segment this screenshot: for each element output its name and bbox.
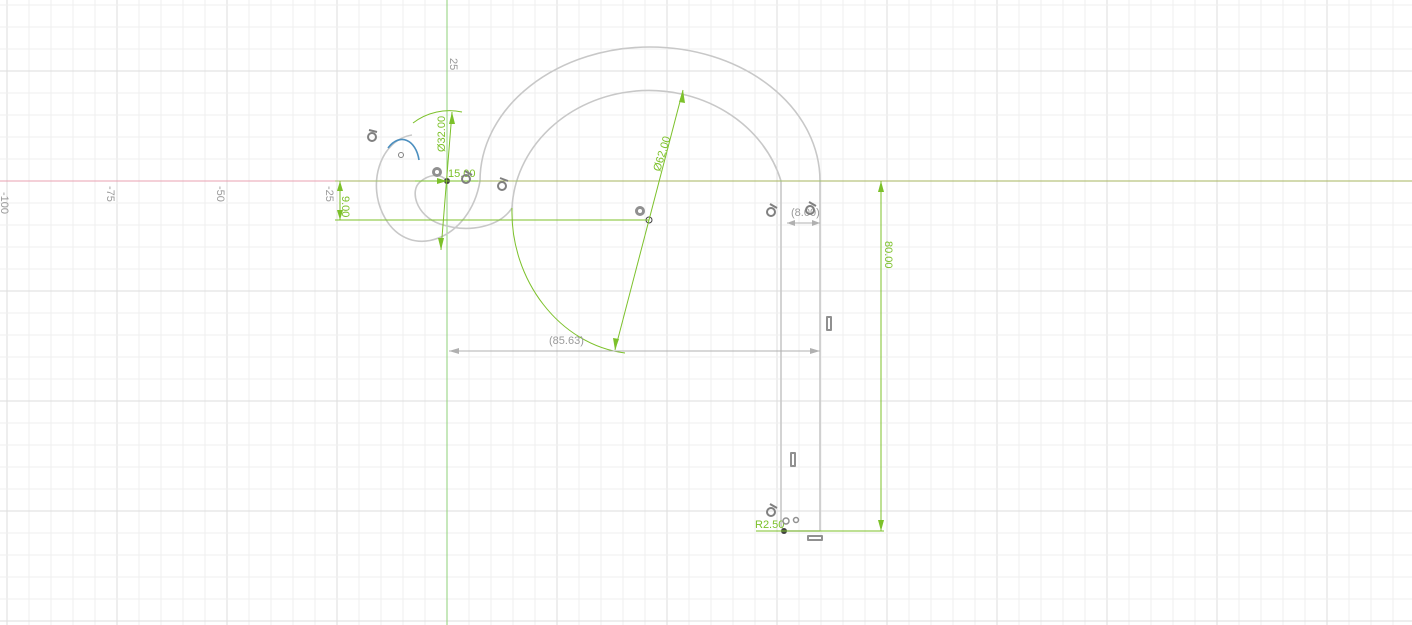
x-axis-label-neg75: -75 (104, 186, 116, 202)
x-axis-label-neg25: -25 (323, 186, 335, 202)
tangent-icon[interactable] (766, 203, 778, 217)
sketch-grid (0, 0, 1412, 625)
x-axis-label-neg100: -100 (0, 192, 10, 214)
dim-9-label[interactable]: 9.00 (339, 196, 351, 217)
tangent-icon[interactable] (497, 177, 509, 191)
dim-arrow (810, 348, 820, 354)
tangent-icon[interactable] (766, 503, 778, 517)
dim-arrow (438, 238, 444, 250)
dim-arrow (878, 181, 884, 192)
dim-arrow (878, 520, 884, 531)
tangent-icon[interactable] (367, 129, 378, 142)
inner-large-arc[interactable] (511, 89, 782, 209)
ref-85-63-label[interactable]: (85.63) (549, 335, 584, 347)
vertical-icon-inner (828, 318, 830, 329)
dim-r2-5-label[interactable]: R2.50 (755, 519, 784, 531)
dim-dia-62-arc-ext (511, 207, 626, 354)
y-axis-label-25: 25 (447, 58, 459, 70)
x-axis-label-neg50: -50 (214, 186, 226, 202)
dim-dia-32-label[interactable]: Ø32.00 (436, 116, 448, 152)
dim-arrow (613, 338, 619, 350)
vertical-icon-inner (792, 454, 794, 465)
dim-dia-62-label[interactable]: Ø62.00 (651, 135, 673, 173)
coincident-icon[interactable] (635, 206, 645, 216)
dim-80-label[interactable]: 80.00 (882, 241, 894, 269)
dim-arrow (449, 112, 455, 124)
dim-arrow (449, 348, 459, 354)
sketch-canvas[interactable]: -100 -75 -50 -25 25 Ø32.00 Ø62.00 15.00 … (0, 0, 1412, 625)
dim-arrow (337, 181, 343, 191)
horizontal-icon-inner (809, 537, 821, 539)
coincident-icon[interactable] (432, 167, 442, 177)
left-inner-arc[interactable] (414, 181, 513, 230)
outer-large-arc[interactable] (479, 46, 821, 182)
dimensions[interactable]: Ø32.00 Ø62.00 15.00 9.00 80.00 R2.50 (85… (335, 89, 1412, 532)
coincident-icon[interactable] (792, 516, 800, 524)
